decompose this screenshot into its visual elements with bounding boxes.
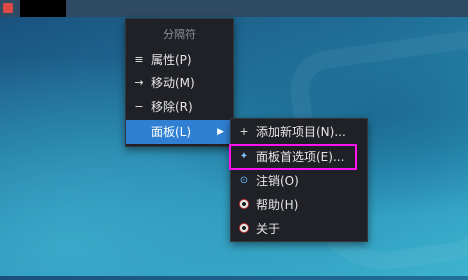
- menu-item-label: 面板(L): [151, 125, 192, 139]
- submenu-arrow-icon: ▶: [217, 127, 224, 137]
- menu-item-panel[interactable]: 面板(L) ▶: [126, 120, 233, 144]
- app-menu-icon[interactable]: [3, 3, 13, 13]
- submenu-item-help[interactable]: 帮助(H): [231, 193, 367, 217]
- menu-item-label: 移动(M): [151, 76, 195, 90]
- menu-item-label: 移除(R): [151, 100, 193, 114]
- remove-minus-icon: −: [134, 100, 144, 113]
- submenu-item-logout[interactable]: ⊙ 注销(O): [231, 169, 367, 193]
- menu-item-remove[interactable]: − 移除(R): [126, 95, 233, 119]
- submenu-item-label: 添加新项目(N)...: [256, 125, 346, 139]
- menu-item-label: 属性(P): [151, 53, 192, 67]
- help-lifebuoy-icon: [235, 192, 253, 218]
- submenu-item-label: 注销(O): [256, 174, 299, 188]
- panel-task-button[interactable]: [20, 0, 66, 17]
- submenu-item-add-new[interactable]: + 添加新项目(N)...: [231, 120, 367, 144]
- submenu-item-label: 帮助(H): [256, 198, 299, 212]
- panel-submenu: + 添加新项目(N)... ✦ 面板首选项(E)... ⊙ 注销(O) 帮助(H…: [230, 118, 368, 242]
- menu-header-label: 分隔符: [163, 28, 196, 41]
- properties-icon: ≡: [134, 53, 144, 66]
- panel-context-menu: 分隔符 ≡ 属性(P) → 移动(M) − 移除(R) 面板(L) ▶: [125, 18, 234, 147]
- top-panel: [0, 0, 468, 17]
- submenu-item-about[interactable]: 关于: [231, 217, 367, 241]
- highlight-annotation-box: [229, 144, 357, 170]
- add-plus-icon: +: [239, 125, 249, 138]
- move-arrow-icon: →: [134, 76, 144, 89]
- logout-icon: ⊙: [239, 175, 249, 186]
- menu-item-move[interactable]: → 移动(M): [126, 71, 233, 95]
- submenu-item-label: 关于: [256, 222, 281, 236]
- menu-separator-header: 分隔符: [126, 23, 233, 47]
- menu-item-properties[interactable]: ≡ 属性(P): [126, 48, 233, 72]
- about-lifebuoy-icon: [235, 216, 253, 242]
